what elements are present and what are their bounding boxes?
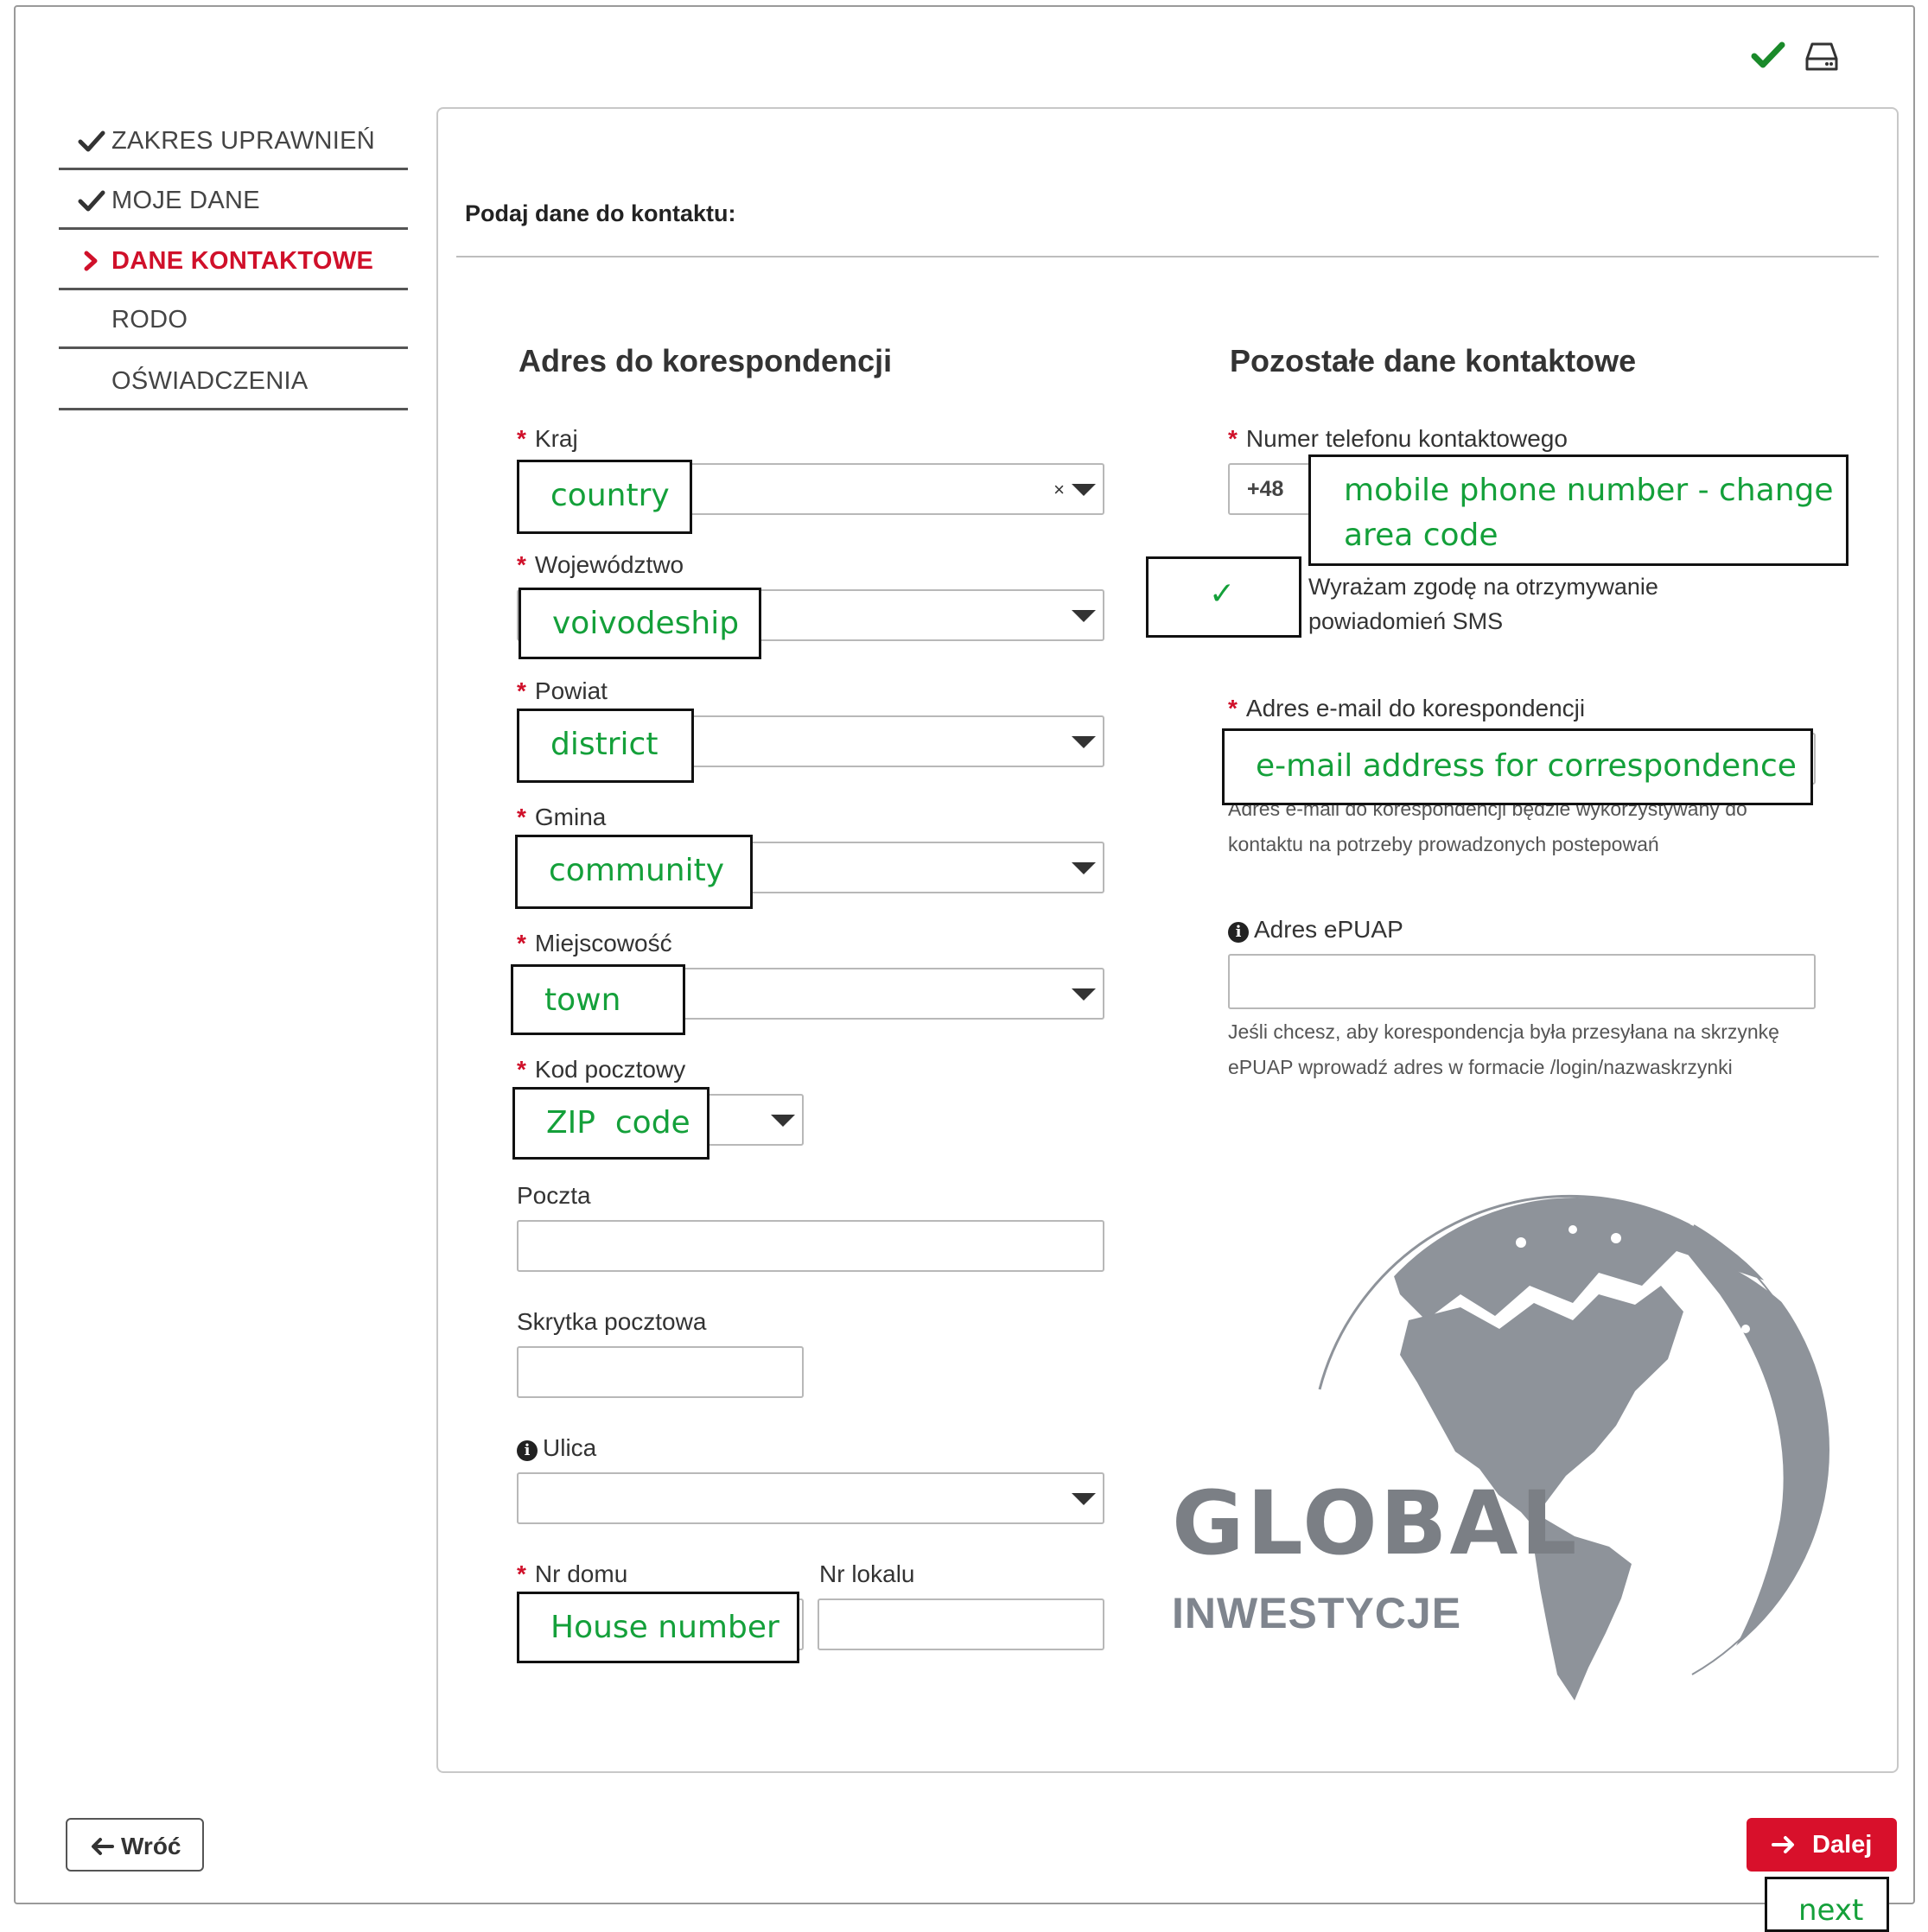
back-button-label: Wróć [121, 1833, 181, 1859]
label-epuap: i Adres ePUAP [1228, 916, 1403, 944]
label-ulica: i Ulica [517, 1434, 596, 1462]
sidebar-item-label: MOJE DANE [111, 187, 260, 214]
sidebar-item-zakres[interactable]: ZAKRES UPRAWNIEŃ [59, 111, 408, 170]
annotation-zip: ZIP code [512, 1087, 709, 1160]
chevron-down-icon [1072, 862, 1096, 874]
sidebar-item-label: OŚWIADCZENIA [111, 367, 309, 395]
contact-section-title: Pozostałe dane kontaktowe [1230, 343, 1637, 378]
chevron-down-icon [1072, 736, 1096, 748]
arrow-left-icon [92, 1838, 114, 1855]
chevron-right-icon [84, 251, 98, 271]
info-icon[interactable]: i [1228, 922, 1249, 943]
chevron-down-icon [1072, 988, 1096, 1001]
label-skrytka: Skrytka pocztowa [517, 1308, 707, 1335]
annotation-town: town [511, 964, 685, 1035]
address-section-title: Adres do korespondencji [519, 343, 893, 378]
label-kraj: * Kraj [517, 425, 578, 452]
post-office-input[interactable] [517, 1220, 1104, 1272]
check-icon [1751, 41, 1785, 68]
next-button-label: Dalej [1812, 1831, 1873, 1859]
check-icon [78, 190, 105, 212]
sms-consent-label-1: Wyrażam zgodę na otrzymywanie [1308, 574, 1658, 600]
sidebar-item-oswiadczenia[interactable]: OŚWIADCZENIA [59, 351, 408, 410]
annotation-voivodeship: voivodeship [519, 588, 761, 659]
label-phone: * Numer telefonu kontaktowego [1228, 425, 1568, 452]
apartment-number-input[interactable] [818, 1598, 1104, 1650]
label-miejscowosc: * Miejscowość [517, 930, 672, 956]
sidebar-item-label: DANE KONTAKTOWE [111, 247, 374, 275]
panel-title: Podaj dane do kontaktu: [465, 200, 736, 226]
epuap-hint: Jeśli chcesz, aby korespondencja była pr… [1228, 1020, 1779, 1078]
label-nr-lokalu: Nr lokalu [819, 1560, 915, 1587]
street-select[interactable] [517, 1472, 1104, 1524]
chevron-down-icon [1072, 484, 1096, 496]
annotation-house-number: House number [517, 1592, 799, 1663]
label-wojewodztwo: * Województwo [517, 551, 684, 578]
sms-consent-checkbox[interactable]: ✓ [1146, 556, 1301, 638]
chevron-down-icon [1072, 610, 1096, 622]
label-email: * Adres e-mail do korespondencji [1228, 695, 1586, 721]
check-icon [78, 130, 105, 152]
next-button[interactable]: Dalej [1747, 1818, 1897, 1872]
back-button[interactable]: Wróć [66, 1818, 204, 1872]
annotation-community: community [515, 835, 753, 909]
arrow-right-icon [1772, 1836, 1794, 1853]
drive-icon[interactable] [1804, 41, 1839, 73]
label-gmina: * Gmina [517, 804, 607, 830]
po-box-input[interactable] [517, 1346, 804, 1398]
info-icon[interactable]: i [517, 1440, 538, 1461]
sms-consent-label-2: powiadomień SMS [1308, 608, 1504, 634]
sidebar-item-moje-dane[interactable]: MOJE DANE [59, 170, 408, 230]
label-kod-pocztowy: * Kod pocztowy [517, 1056, 686, 1083]
annotation-phone: mobile phone number - change area code [1308, 454, 1848, 566]
logo-subtitle-text: INWESTYCJE [1172, 1589, 1462, 1637]
divider [456, 256, 1879, 257]
label-powiat: * Powiat [517, 677, 608, 704]
label-nr-domu: * Nr domu [517, 1560, 628, 1587]
annotation-country: country [517, 460, 692, 534]
sidebar-item-rodo[interactable]: RODO [59, 289, 408, 349]
chevron-down-icon [1072, 1493, 1096, 1505]
sidebar-item-dane-kontaktowe[interactable]: DANE KONTAKTOWE [59, 231, 408, 290]
annotation-email: e-mail address for correspondence [1222, 728, 1813, 805]
annotation-district: district [517, 709, 694, 783]
annotation-next: next [1765, 1877, 1889, 1932]
epuap-input[interactable] [1228, 954, 1816, 1009]
chevron-down-icon [771, 1115, 795, 1127]
logo-global-text: GLOBAL [1172, 1472, 1580, 1575]
sidebar-item-label: ZAKRES UPRAWNIEŃ [111, 127, 376, 155]
clear-icon[interactable]: × [1053, 479, 1065, 501]
label-poczta: Poczta [517, 1182, 591, 1209]
phone-prefix[interactable]: +48 [1247, 477, 1283, 502]
sidebar-item-label: RODO [111, 306, 188, 334]
